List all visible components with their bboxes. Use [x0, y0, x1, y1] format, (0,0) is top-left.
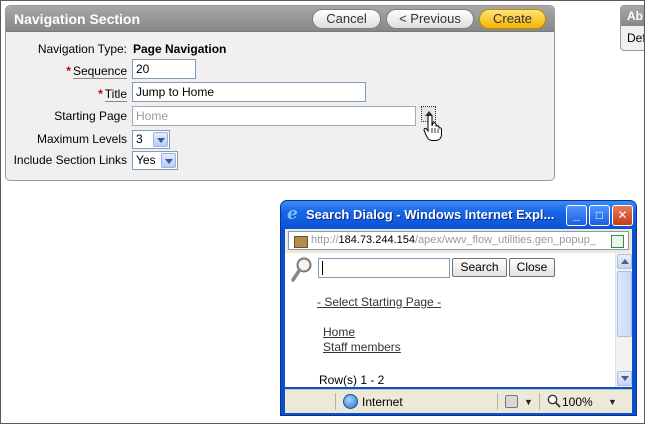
zoom-level: 100% — [562, 395, 593, 409]
chevron-down-icon[interactable]: ▼ — [524, 397, 533, 407]
previous-button[interactable]: < Previous — [386, 9, 474, 29]
zoom-icon[interactable] — [547, 394, 561, 408]
magnifier-icon — [291, 257, 312, 282]
status-divider — [539, 393, 540, 410]
cancel-button[interactable]: Cancel — [312, 9, 381, 29]
scroll-thumb[interactable] — [617, 271, 632, 337]
window-titlebar[interactable]: e Search Dialog - Windows Internet Expl.… — [281, 201, 636, 229]
status-divider — [497, 393, 498, 410]
maximize-button[interactable]: □ — [589, 205, 610, 226]
close-window-button[interactable]: ✕ — [612, 205, 633, 226]
sequence-label-wrap: * Sequence — [66, 64, 127, 79]
row-count: Row(s) 1 - 2 — [319, 373, 385, 387]
sequence-input[interactable]: 20 — [132, 59, 196, 79]
status-divider — [335, 393, 336, 410]
search-button[interactable]: Search — [452, 258, 507, 277]
address-bar: http://184.73.244.154/apex/wwv_flow_util… — [285, 229, 632, 253]
starting-page-input[interactable]: Home — [132, 106, 416, 126]
starting-page-label: Starting Page — [54, 109, 127, 123]
protected-mode-icon[interactable] — [505, 395, 518, 408]
required-marker: * — [66, 64, 71, 78]
internet-explorer-icon: e — [287, 204, 298, 224]
window-title: Search Dialog - Windows Internet Expl... — [306, 207, 555, 222]
navigation-type-label: Navigation Type: — [37, 42, 127, 56]
vertical-scrollbar[interactable] — [615, 253, 632, 387]
chevron-down-icon[interactable]: ▼ — [608, 397, 617, 407]
section-title: Navigation Section — [14, 11, 141, 27]
minimize-button[interactable]: _ — [566, 205, 587, 226]
security-zone: Internet — [362, 395, 403, 409]
maximum-levels-label: Maximum Levels — [36, 132, 127, 146]
include-section-links-select[interactable]: Yes — [132, 151, 178, 170]
maximum-levels-value: 3 — [136, 132, 143, 146]
address-host: 184.73.244.154 — [338, 234, 415, 246]
search-input[interactable] — [318, 258, 450, 278]
chevron-down-icon[interactable] — [161, 153, 176, 168]
close-button[interactable]: Close — [509, 258, 555, 277]
refresh-icon[interactable] — [611, 235, 624, 248]
dialog-content: Search Close - Select Starting Page - Ho… — [285, 253, 632, 387]
title-label-wrap: * Title — [98, 87, 127, 102]
text-caret — [322, 261, 323, 275]
search-dialog-window: e Search Dialog - Windows Internet Expl.… — [280, 200, 637, 416]
status-bar: Internet ▼ 100% ▼ — [285, 389, 632, 413]
side-region-text: Def — [627, 31, 645, 45]
address-scheme: http:// — [311, 234, 339, 246]
navigation-type-value: Page Navigation — [133, 42, 227, 56]
include-section-links-value: Yes — [136, 153, 156, 167]
side-region-panel: Ab Def — [620, 5, 645, 51]
maximum-levels-select[interactable]: 3 — [132, 130, 170, 149]
address-field[interactable]: http://184.73.244.154/apex/wwv_flow_util… — [288, 231, 629, 250]
navigation-section-panel: Navigation Section Cancel < Previous Cre… — [5, 5, 555, 181]
globe-icon — [343, 394, 358, 409]
result-link-staff-members[interactable]: Staff members — [323, 340, 401, 354]
required-marker: * — [98, 87, 103, 101]
hand-cursor-icon — [423, 114, 442, 141]
chevron-down-icon[interactable] — [153, 132, 168, 147]
sequence-label: Sequence — [72, 64, 127, 79]
side-region-title: Ab — [621, 6, 645, 26]
result-link-home[interactable]: Home — [323, 325, 355, 339]
navigation-section-header: Navigation Section Cancel < Previous Cre… — [6, 6, 554, 32]
scroll-up-icon[interactable] — [617, 254, 632, 269]
page-icon — [294, 236, 308, 248]
scroll-down-icon[interactable] — [617, 371, 632, 386]
create-button[interactable]: Create — [479, 9, 546, 29]
select-starting-page-link[interactable]: - Select Starting Page - — [317, 295, 441, 309]
title-label: Title — [104, 87, 127, 102]
include-section-links-label: Include Section Links — [13, 153, 127, 167]
address-path: /apex/wwv_flow_utilities.gen_popup_ — [415, 234, 597, 246]
title-input[interactable]: Jump to Home — [132, 82, 366, 102]
